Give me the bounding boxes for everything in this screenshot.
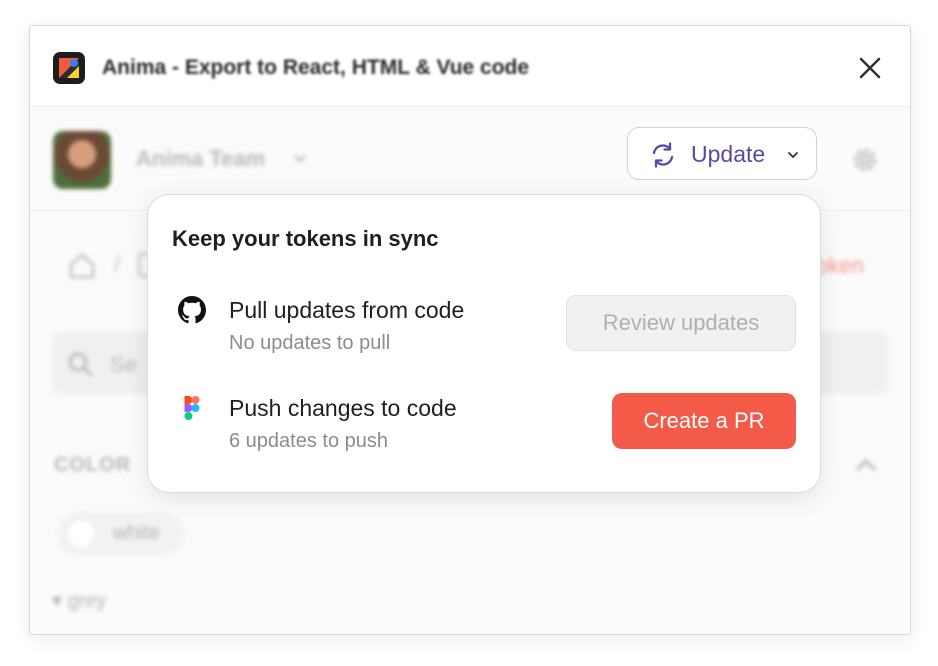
chevron-down-icon (788, 152, 798, 159)
group-label-text: grey (67, 590, 107, 612)
pull-row-title: Pull updates from code (229, 297, 465, 323)
color-token-chip[interactable]: white (57, 512, 184, 556)
window-title: Anima - Export to React, HTML & Vue code (102, 56, 530, 79)
color-swatch (66, 519, 96, 549)
figma-icon (184, 396, 200, 420)
github-icon (178, 296, 206, 324)
review-updates-button[interactable]: Review updates (566, 295, 796, 351)
popover-title: Keep your tokens in sync (172, 226, 439, 251)
title-bar: Anima - Export to React, HTML & Vue code (30, 26, 910, 107)
section-label: COLOR (54, 454, 132, 476)
search-placeholder: Se (110, 352, 137, 377)
sync-popover: Keep your tokens in sync Pull updates fr… (147, 194, 821, 493)
chip-label: white (113, 522, 160, 544)
home-icon[interactable] (67, 251, 97, 281)
anima-logo-icon (53, 52, 85, 84)
pull-row-subtitle: No updates to pull (229, 332, 391, 354)
create-pr-button[interactable]: Create a PR (612, 393, 796, 449)
chevron-up-icon[interactable] (853, 454, 879, 476)
update-button[interactable]: Update (627, 127, 817, 180)
chevron-down-icon[interactable] (292, 150, 308, 166)
update-button-label: Update (691, 141, 766, 167)
add-token-link[interactable]: oken (816, 253, 864, 279)
team-name[interactable]: Anima Team (136, 146, 265, 172)
avatar[interactable] (53, 131, 111, 189)
close-icon[interactable] (854, 52, 886, 84)
push-row-subtitle: 6 updates to push (229, 430, 389, 452)
search-icon (68, 352, 93, 377)
sync-icon (652, 142, 674, 168)
push-row-title: Push changes to code (229, 395, 457, 421)
group-label[interactable]: ▾ grey (52, 588, 107, 613)
breadcrumb-separator: / (114, 251, 121, 276)
gear-icon[interactable] (850, 145, 880, 175)
